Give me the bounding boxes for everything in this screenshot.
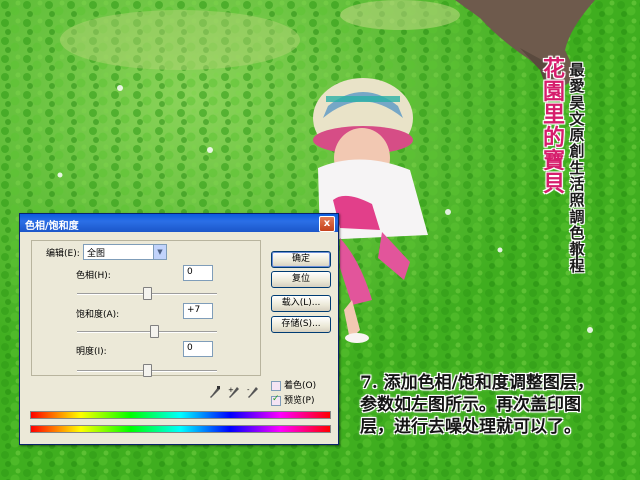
lightness-label: 明度(I): [76,347,107,357]
spectrum-bar-bottom [30,425,331,433]
colorize-checkbox[interactable]: 着色(O) [271,378,316,391]
preview-label: 预览(P) [284,396,315,406]
subtitle-char: 創 [569,142,585,161]
caption-line: 层，进行去噪处理就可以了。 [360,417,581,437]
spectrum-bar-top [30,411,331,419]
subtitle-char: 活 [569,175,585,194]
chevron-down-icon[interactable]: ▼ [153,245,166,259]
caption-line: 参数如左图所示。再次盖印图 [360,395,581,415]
reset-button[interactable]: 复位 [271,271,331,288]
hue-slider-thumb[interactable] [143,287,152,300]
preview-checkbox[interactable]: ✓ 预览(P) [271,393,314,406]
load-button[interactable]: 载入(L)... [271,295,331,312]
hue-label: 色相(H): [76,271,111,281]
title-char: 園 [542,79,565,105]
lightness-value: 0 [187,343,193,353]
ok-button[interactable]: 确定 [271,251,331,268]
title-char: 貝 [542,171,565,197]
svg-text:+: + [228,386,234,394]
step-caption: 7. 添加色相/饱和度调整图层， 参数如左图所示。再次盖印图 层，进行去噪处理就… [360,372,630,438]
subtitle-char: 愛 [569,77,585,96]
edit-label: 编辑(E): [46,249,80,259]
close-icon: x [323,218,331,229]
subtitle-char: 照 [569,191,585,210]
subtitle-char: 文 [569,109,585,128]
edit-select[interactable]: 全图 ▼ [83,244,167,260]
hue-input[interactable]: 0 [183,265,213,281]
eyedropper-minus-icon[interactable]: - [247,386,259,400]
subtitle-char: 色 [569,223,585,242]
close-button[interactable]: x [319,216,335,232]
eyedropper-plus-icon[interactable]: + [228,386,240,400]
subtitle-char: 昊 [569,93,585,112]
saturation-value: +7 [187,305,201,315]
lightness-slider-thumb[interactable] [143,364,152,377]
caption-line: 7. 添加色相/饱和度调整图层， [360,373,594,393]
colorize-label: 着色(O) [284,381,317,391]
hue-value: 0 [187,267,193,277]
colorize-box[interactable] [271,380,281,391]
saturation-input[interactable]: +7 [183,303,213,319]
hue-saturation-dialog: 色相/饱和度 x 编辑(E): 全图 ▼ 色相(H): 0 饱和度(A): +7… [19,213,339,445]
svg-text:-: - [247,386,250,394]
saturation-slider-thumb[interactable] [150,325,159,338]
title-char: 里 [542,102,565,128]
checkmark-icon: ✓ [272,393,280,404]
lightness-input[interactable]: 0 [183,341,213,357]
save-button[interactable]: 存储(S)... [271,316,331,333]
vertical-subtitle: 最 愛 昊 文 原 創 生 活 照 調 色 教 程 [568,62,586,274]
subtitle-dash [576,244,578,268]
subtitle-char: 最 [569,61,585,79]
edit-select-value: 全图 [87,249,106,259]
subtitle-char: 生 [569,158,585,177]
saturation-label: 饱和度(A): [76,310,120,320]
title-char: 的 [542,125,565,151]
adjustment-group [31,240,261,376]
title-char: 花 [542,56,565,82]
preview-box[interactable]: ✓ [271,393,281,406]
eyedropper-icon[interactable] [209,386,221,400]
dialog-title: 色相/饱和度 [25,221,79,232]
saturation-slider-track[interactable] [77,331,217,333]
vertical-title: 花 園 里 的 寶 貝 [542,58,566,196]
dialog-titlebar[interactable]: 色相/饱和度 x [20,214,338,232]
subtitle-char: 調 [569,207,585,226]
title-char: 寶 [542,148,565,174]
